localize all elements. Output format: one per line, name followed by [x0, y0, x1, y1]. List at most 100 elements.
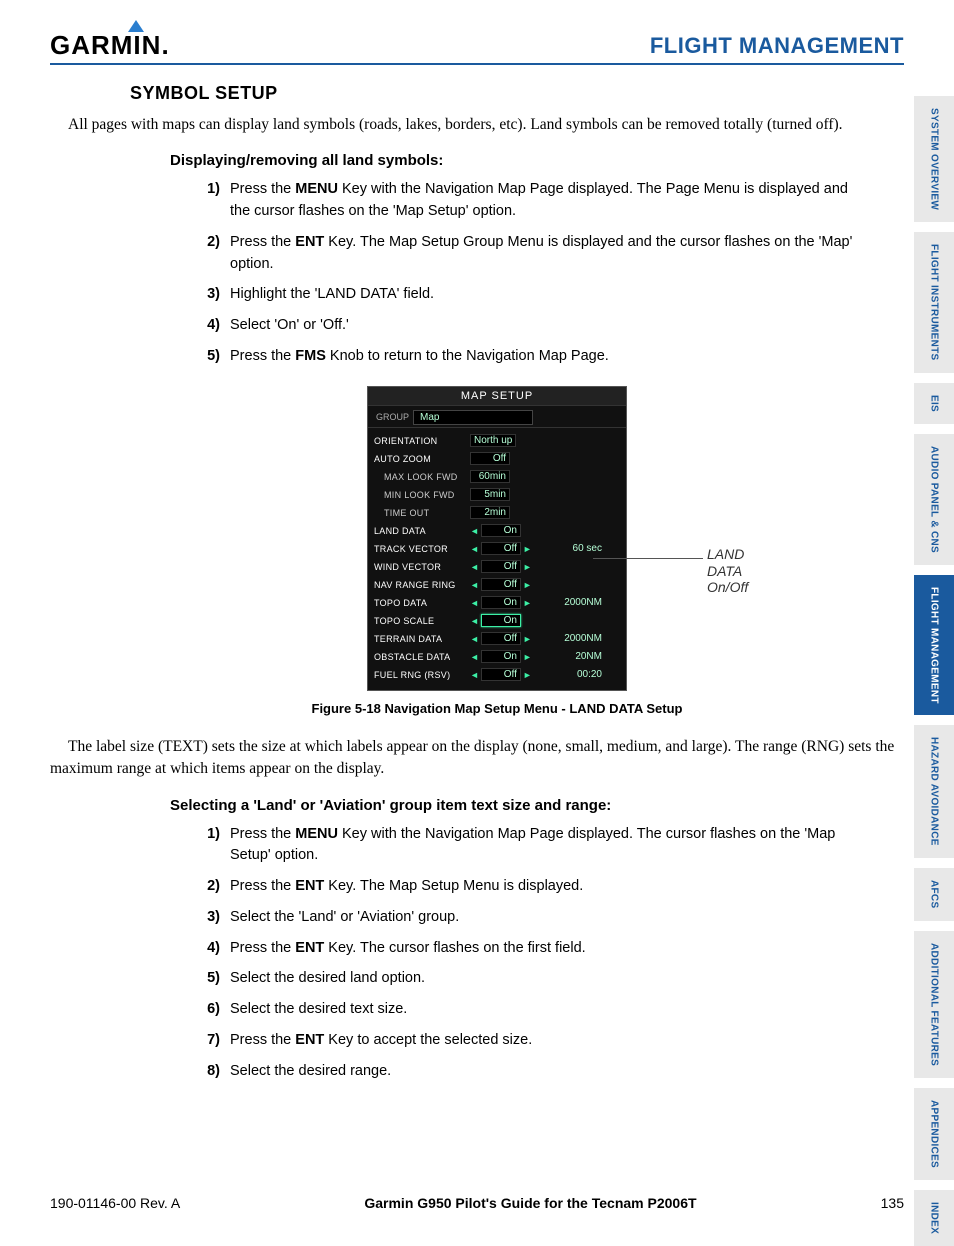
side-tab[interactable]: FLIGHT INSTRUMENTS: [914, 232, 954, 373]
footer-right: 135: [881, 1195, 904, 1211]
step-text: Select 'On' or 'Off.': [230, 315, 864, 337]
procedure-step: 2)Press the ENT Key. The Map Setup Group…: [194, 232, 864, 276]
avionics-row: AUTO ZOOMOff: [374, 450, 620, 468]
procedure-step: 3) Select the 'Land' or 'Aviation' group.: [194, 907, 864, 929]
avionics-row: TOPO DATA◄On►2000NM: [374, 594, 620, 612]
avionics-row-label: ORIENTATION: [374, 436, 470, 446]
brand-period: .: [161, 30, 169, 61]
avionics-value-box: On: [481, 650, 521, 663]
right-arrow-icon: ►: [523, 580, 532, 590]
avionics-value-box: On: [481, 596, 521, 609]
procedure-step: 1)Press the MENU Key with the Navigation…: [194, 179, 864, 223]
avionics-row: MAX LOOK FWD60min: [374, 468, 620, 486]
avionics-row: ORIENTATIONNorth up: [374, 432, 620, 450]
procedure-step: 8)Select the desired range.: [194, 1061, 864, 1083]
procedure-step: 5)Press the FMS Knob to return to the Na…: [194, 346, 864, 368]
side-tab[interactable]: SYSTEM OVERVIEW: [914, 96, 954, 222]
side-tab[interactable]: AUDIO PANEL & CNS: [914, 434, 954, 565]
avionics-row-label: WIND VECTOR: [374, 562, 470, 572]
procedure-step: 2)Press the ENT Key. The Map Setup Menu …: [194, 876, 864, 898]
avionics-value-box: On: [481, 614, 521, 627]
avionics-row-label: FUEL RNG (RSV): [374, 670, 470, 680]
step-number: 1): [194, 824, 220, 868]
step-bold: ENT: [295, 940, 324, 956]
side-tab[interactable]: FLIGHT MANAGEMENT: [914, 575, 954, 716]
side-tab[interactable]: ADDITIONAL FEATURES: [914, 931, 954, 1078]
callout-text: LAND DATA On/Off: [707, 546, 748, 596]
header-section-title: FLIGHT MANAGEMENT: [650, 33, 904, 59]
avionics-value-box: Off: [481, 560, 521, 573]
left-arrow-icon: ◄: [470, 580, 479, 590]
avionics-row-value: ◄On►: [470, 596, 544, 609]
step-number: 7): [194, 1030, 220, 1052]
left-arrow-icon: ◄: [470, 634, 479, 644]
brand-logo: GARMIN.: [50, 30, 170, 61]
avionics-value-box: On: [481, 524, 521, 537]
step-text: Press the ENT Key to accept the selected…: [230, 1030, 864, 1052]
callout-line: [593, 558, 703, 559]
step-number: 3): [194, 907, 220, 929]
step-text: Press the ENT Key. The cursor flashes on…: [230, 938, 864, 960]
avionics-row-value: North up: [470, 434, 544, 447]
right-arrow-icon: ►: [523, 634, 532, 644]
section-heading: SYMBOL SETUP: [130, 83, 864, 104]
side-tab[interactable]: HAZARD AVOIDANCE: [914, 725, 954, 858]
right-arrow-icon: ►: [523, 562, 532, 572]
procedure-1-list: 1)Press the MENU Key with the Navigation…: [194, 179, 864, 367]
page-footer: 190-01146-00 Rev. A Garmin G950 Pilot's …: [50, 1195, 904, 1211]
intro-paragraph: All pages with maps can display land sym…: [50, 114, 904, 136]
right-arrow-icon: ►: [523, 652, 532, 662]
avionics-row-label: NAV RANGE RING: [374, 580, 470, 590]
avionics-group-value: Map: [413, 410, 533, 425]
step-text: Select the 'Land' or 'Aviation' group.: [230, 907, 864, 929]
side-tab[interactable]: AFCS: [914, 868, 954, 920]
avionics-row-value: ◄Off►: [470, 632, 544, 645]
step-number: 2): [194, 232, 220, 276]
avionics-row-value: ◄Off►: [470, 542, 544, 555]
figure-caption: Figure 5-18 Navigation Map Setup Menu - …: [130, 701, 864, 716]
step-bold: FMS: [295, 348, 326, 364]
procedure-step: 6)Select the desired text size.: [194, 999, 864, 1021]
avionics-row: LAND DATA◄On: [374, 522, 620, 540]
procedure-1-title: Displaying/removing all land symbols:: [170, 152, 864, 169]
left-arrow-icon: ◄: [470, 652, 479, 662]
avionics-row-label: TRACK VECTOR: [374, 544, 470, 554]
side-tab[interactable]: INDEX: [914, 1190, 954, 1246]
avionics-row-value: 2min: [470, 506, 544, 519]
avionics-row: TIME OUT2min: [374, 504, 620, 522]
avionics-value-box: Off: [481, 542, 521, 555]
avionics-row-label: TIME OUT: [374, 508, 470, 518]
avionics-value-box: Off: [470, 452, 510, 465]
step-text: Select the desired land option.: [230, 968, 864, 990]
avionics-title: MAP SETUP: [368, 387, 626, 406]
avionics-row-extra: 60 sec: [544, 543, 604, 554]
step-number: 8): [194, 1061, 220, 1083]
left-arrow-icon: ◄: [470, 616, 479, 626]
left-arrow-icon: ◄: [470, 544, 479, 554]
avionics-value-box: 60min: [470, 470, 510, 483]
right-arrow-icon: ►: [523, 544, 532, 554]
step-bold: ENT: [295, 878, 324, 894]
side-tab[interactable]: APPENDICES: [914, 1088, 954, 1180]
step-bold: MENU: [295, 826, 338, 842]
step-text: Highlight the 'LAND DATA' field.: [230, 284, 864, 306]
left-arrow-icon: ◄: [470, 562, 479, 572]
side-tab[interactable]: EIS: [914, 383, 954, 424]
page-header: GARMIN. FLIGHT MANAGEMENT: [50, 30, 904, 65]
step-number: 1): [194, 179, 220, 223]
right-arrow-icon: ►: [523, 670, 532, 680]
avionics-row-value: ◄On►: [470, 650, 544, 663]
avionics-row-label: OBSTACLE DATA: [374, 652, 470, 662]
avionics-group-label: GROUP: [376, 412, 409, 422]
figure-wrap: MAP SETUP GROUP Map ORIENTATIONNorth upA…: [130, 386, 864, 691]
avionics-row-label: MAX LOOK FWD: [374, 472, 470, 482]
step-number: 2): [194, 876, 220, 898]
avionics-row-value: ◄Off►: [470, 560, 544, 573]
avionics-row-extra: 20NM: [544, 651, 604, 662]
step-number: 3): [194, 284, 220, 306]
avionics-row: TERRAIN DATA◄Off►2000NM: [374, 630, 620, 648]
avionics-value-box: Off: [481, 668, 521, 681]
avionics-row: MIN LOOK FWD5min: [374, 486, 620, 504]
step-text: Press the ENT Key. The Map Setup Group M…: [230, 232, 864, 276]
procedure-2-title: Selecting a 'Land' or 'Aviation' group i…: [170, 797, 864, 814]
